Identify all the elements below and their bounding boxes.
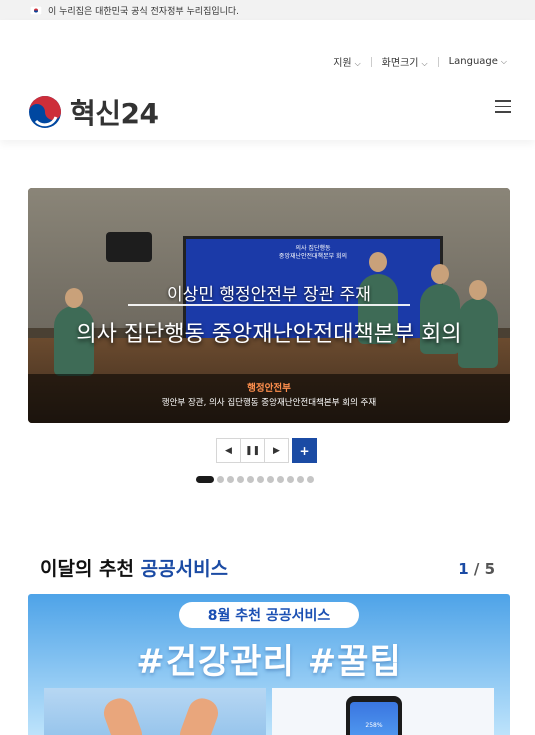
slide-caption-divider — [128, 304, 410, 306]
pagination-dot[interactable] — [217, 476, 224, 483]
pagination-dot[interactable] — [257, 476, 264, 483]
screen-size-menu[interactable]: 화면크기 ⌵ — [382, 54, 428, 69]
banner-headline: #건강관리 #꿀팁 — [136, 642, 402, 682]
logo-text: 혁신24 — [70, 97, 159, 130]
pagination-dot[interactable] — [247, 476, 254, 483]
banner-panel-left — [44, 688, 266, 735]
slide-pagination — [196, 476, 317, 483]
slide-controls: ◀ ❚❚ ▶ + — [216, 438, 317, 463]
prev-icon: ◀ — [225, 445, 232, 456]
korea-flag-icon — [30, 5, 42, 15]
phone-icon: 258% — [346, 696, 402, 735]
slide-caption-top: 이상민 행정안전부 장관 주재 — [167, 285, 371, 305]
screen-line-2: 중앙재난안전대책본부 회의 — [278, 253, 348, 261]
divider — [437, 56, 439, 67]
utility-menu: 지원 ⌵ 화면크기 ⌵ Language ⌵ — [333, 54, 507, 69]
language-label: Language — [448, 56, 498, 67]
pagination-dot[interactable] — [307, 476, 314, 483]
slide-info-title: 행정안전부 — [247, 383, 291, 394]
section-pager: 1 / 5 — [458, 560, 495, 578]
site-header: 지원 ⌵ 화면크기 ⌵ Language ⌵ 혁신24 — [0, 20, 535, 140]
gov-notice-text: 이 누리집은 대한민국 공식 전자정부 누리집입니다. — [48, 6, 240, 17]
taegeuk-emblem-icon — [29, 96, 61, 128]
pause-button[interactable]: ❚❚ — [240, 438, 265, 463]
pager-separator: / — [468, 560, 485, 578]
slide-info-desc: 행안부 장관, 의사 집단행동 중앙재난안전대책본부 회의 주재 — [161, 398, 377, 408]
slide-caption-main: 의사 집단행동 중앙재난안전대책본부 회의 — [76, 322, 462, 347]
language-menu[interactable]: Language ⌵ — [449, 56, 507, 67]
pagination-dot[interactable] — [297, 476, 304, 483]
section-title-accent: 공공서비스 — [140, 558, 229, 580]
pager-total: 5 — [484, 560, 495, 578]
support-label: 지원 — [333, 58, 352, 69]
chevron-down-icon: ⌵ — [354, 59, 361, 68]
phone-value: 258% — [365, 722, 383, 729]
site-logo[interactable]: 혁신24 — [28, 92, 159, 132]
chevron-down-icon: ⌵ — [421, 59, 428, 68]
camera-icon — [106, 232, 152, 262]
hamburger-menu-icon[interactable] — [495, 100, 511, 114]
slide-info-overlay: 행정안전부 행안부 장관, 의사 집단행동 중앙재난안전대책본부 회의 주재 — [28, 374, 510, 423]
more-button[interactable]: + — [292, 438, 317, 463]
screen-size-label: 화면크기 — [381, 58, 419, 69]
person-head — [369, 252, 387, 272]
section-title: 이달의 추천 공공서비스 — [40, 554, 228, 581]
pause-icon: ❚❚ — [244, 445, 261, 456]
pagination-dot[interactable] — [196, 476, 214, 483]
support-menu[interactable]: 지원 ⌵ — [333, 54, 360, 69]
chevron-down-icon: ⌵ — [500, 57, 507, 66]
next-icon: ▶ — [273, 445, 280, 456]
pagination-dot[interactable] — [237, 476, 244, 483]
pagination-dot[interactable] — [287, 476, 294, 483]
next-button[interactable]: ▶ — [264, 438, 289, 463]
section-title-plain: 이달의 추천 — [40, 558, 135, 580]
pagination-dot[interactable] — [277, 476, 284, 483]
prev-button[interactable]: ◀ — [216, 438, 241, 463]
pager-current: 1 — [458, 560, 469, 578]
plus-icon: + — [299, 443, 310, 458]
pagination-dot[interactable] — [227, 476, 234, 483]
main-slide[interactable]: 의사 집단행동 중앙재난안전대책본부 회의 이상민 행정안전부 장관 주재 의사… — [28, 188, 510, 423]
divider — [370, 56, 372, 67]
gov-notice-bar: 이 누리집은 대한민국 공식 전자정부 누리집입니다. — [0, 0, 535, 20]
slide-screen-text: 의사 집단행동 중앙재난안전대책본부 회의 — [186, 245, 440, 262]
pagination-dot[interactable] — [267, 476, 274, 483]
banner-pill: 8월 추천 공공서비스 — [179, 602, 359, 628]
recommended-service-banner[interactable]: 8월 추천 공공서비스 #건강관리 #꿀팁 258% — [28, 594, 510, 735]
phone-screen: 258% — [350, 702, 398, 735]
